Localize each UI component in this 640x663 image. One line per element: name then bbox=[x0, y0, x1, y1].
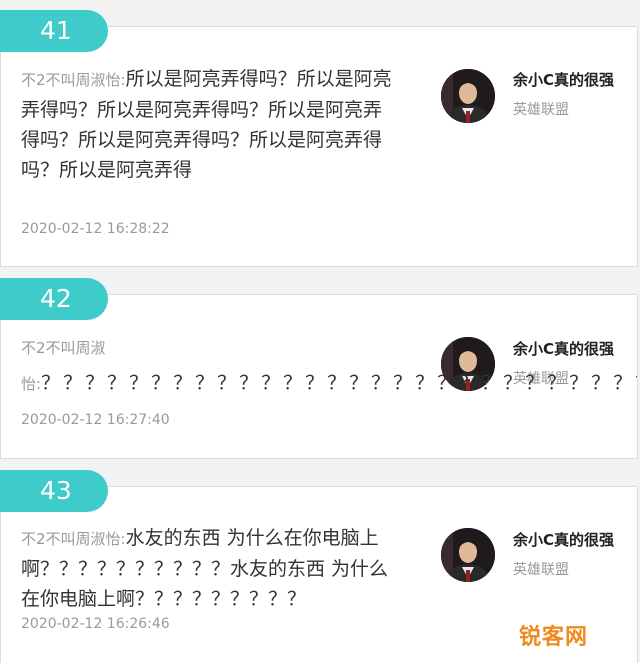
commenter-name-continued[interactable]: 怡: bbox=[21, 375, 41, 393]
floor-badge-43: 43 bbox=[0, 470, 108, 512]
commenter-name[interactable]: 不2不叫周淑怡: bbox=[21, 71, 126, 89]
site-watermark: 锐客网 bbox=[519, 625, 589, 650]
floor-badge-41: 41 bbox=[0, 10, 108, 52]
user-group: 英雄联盟 bbox=[513, 102, 569, 118]
floor-badge-42: 42 bbox=[0, 278, 108, 320]
user-avatar[interactable] bbox=[441, 69, 495, 123]
commenter-name[interactable]: 不2不叫周淑怡: bbox=[21, 530, 126, 548]
comment-body: 不2不叫周淑怡:水友的东西 为什么在你电脑上啊？？？？？？？？？？水友的东西 为… bbox=[21, 523, 399, 614]
user-name[interactable]: 余小C真的很强 bbox=[513, 69, 614, 90]
comment-timestamp: 2020-02-12 16:28:22 bbox=[21, 221, 170, 237]
comment-timestamp: 2020-02-12 16:26:46 bbox=[21, 616, 170, 632]
user-avatar[interactable] bbox=[441, 528, 495, 582]
comment-card-41: 不2不叫周淑怡:所以是阿亮弄得吗？所以是阿亮弄得吗？所以是阿亮弄得吗？所以是阿亮… bbox=[0, 26, 638, 267]
user-name[interactable]: 余小C真的很强 bbox=[513, 338, 614, 359]
comment-timestamp: 2020-02-12 16:27:40 bbox=[21, 412, 170, 428]
comment-text: ？？？？？？？？？？？？？？？？？？？？？？？？？？？？？？？ bbox=[41, 372, 637, 394]
user-name[interactable]: 余小C真的很强 bbox=[513, 529, 614, 550]
user-group: 英雄联盟 bbox=[513, 562, 569, 578]
comment-body: 不2不叫周淑怡:所以是阿亮弄得吗？所以是阿亮弄得吗？所以是阿亮弄得吗？所以是阿亮… bbox=[21, 64, 399, 185]
comment-body: 怡:？？？？？？？？？？？？？？？？？？？？？？？？？？？？？？？ bbox=[21, 366, 637, 401]
comment-card-42: 不2不叫周淑 余小C真的很强 英雄联盟 怡:？？？？？？？？？？？？？？？？？？… bbox=[0, 294, 638, 459]
commenter-name[interactable]: 不2不叫周淑 bbox=[21, 334, 106, 362]
